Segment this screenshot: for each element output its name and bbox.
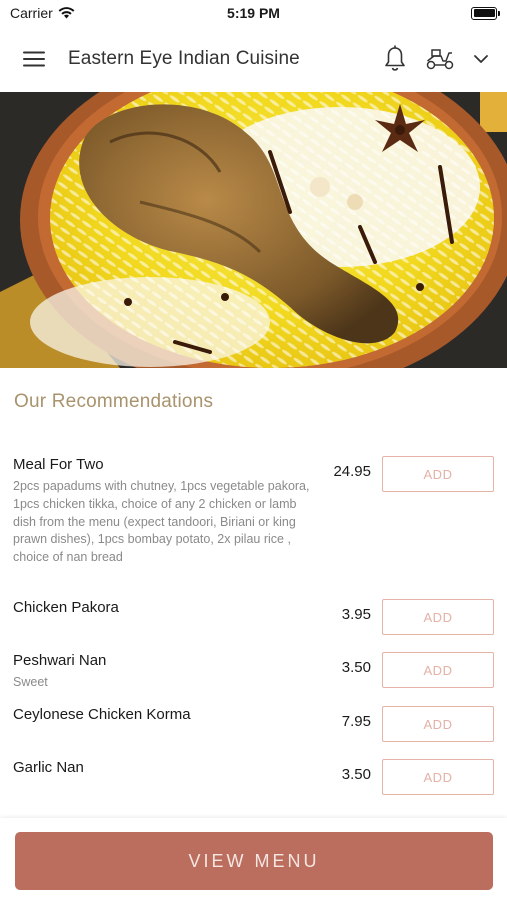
add-button[interactable]: ADD <box>382 652 494 688</box>
list-item: Garlic Nan 3.50 ADD <box>0 759 507 799</box>
hero-image <box>0 92 507 368</box>
add-button[interactable]: ADD <box>382 456 494 492</box>
item-description: 2pcs papadums with chutney, 1pcs vegetab… <box>13 479 310 565</box>
item-price: 24.95 <box>333 463 371 480</box>
header-actions <box>383 45 489 73</box>
page-title: Eastern Eye Indian Cuisine <box>68 48 300 69</box>
status-time: 5:19 PM <box>227 5 280 21</box>
battery-icon <box>471 6 500 20</box>
bottom-bar: VIEW MENU <box>0 818 507 900</box>
section-title-recommendations: Our Recommendations <box>14 391 214 412</box>
item-price: 7.95 <box>341 713 371 730</box>
scooter-icon[interactable] <box>425 47 455 71</box>
item-name: Garlic Nan <box>13 759 84 776</box>
item-name: Ceylonese Chicken Korma <box>13 706 191 723</box>
battery-fill <box>473 9 495 17</box>
list-item: Chicken Pakora 3.95 ADD <box>0 599 507 639</box>
add-button[interactable]: ADD <box>382 599 494 635</box>
list-item: Meal For Two 2pcs papadums with chutney,… <box>0 456 507 586</box>
view-menu-button[interactable]: VIEW MENU <box>15 832 493 890</box>
bell-icon[interactable] <box>383 45 407 73</box>
status-bar: Carrier 5:19 PM <box>0 0 507 26</box>
item-name: Chicken Pakora <box>13 599 119 616</box>
menu-icon[interactable] <box>22 50 46 68</box>
item-name: Peshwari Nan <box>13 652 107 669</box>
chevron-down-icon[interactable] <box>473 54 489 64</box>
list-item: Peshwari Nan Sweet 3.50 ADD <box>0 652 507 692</box>
add-button[interactable]: ADD <box>382 706 494 742</box>
item-name: Meal For Two <box>13 456 104 473</box>
header-bar: Eastern Eye Indian Cuisine <box>0 26 507 92</box>
item-price: 3.50 <box>341 659 371 676</box>
item-price: 3.95 <box>341 606 371 623</box>
list-item: Ceylonese Chicken Korma 7.95 ADD <box>0 706 507 746</box>
biryani-food-photo <box>0 92 507 368</box>
item-price: 3.50 <box>341 766 371 783</box>
item-description: Sweet <box>13 675 48 689</box>
add-button[interactable]: ADD <box>382 759 494 795</box>
